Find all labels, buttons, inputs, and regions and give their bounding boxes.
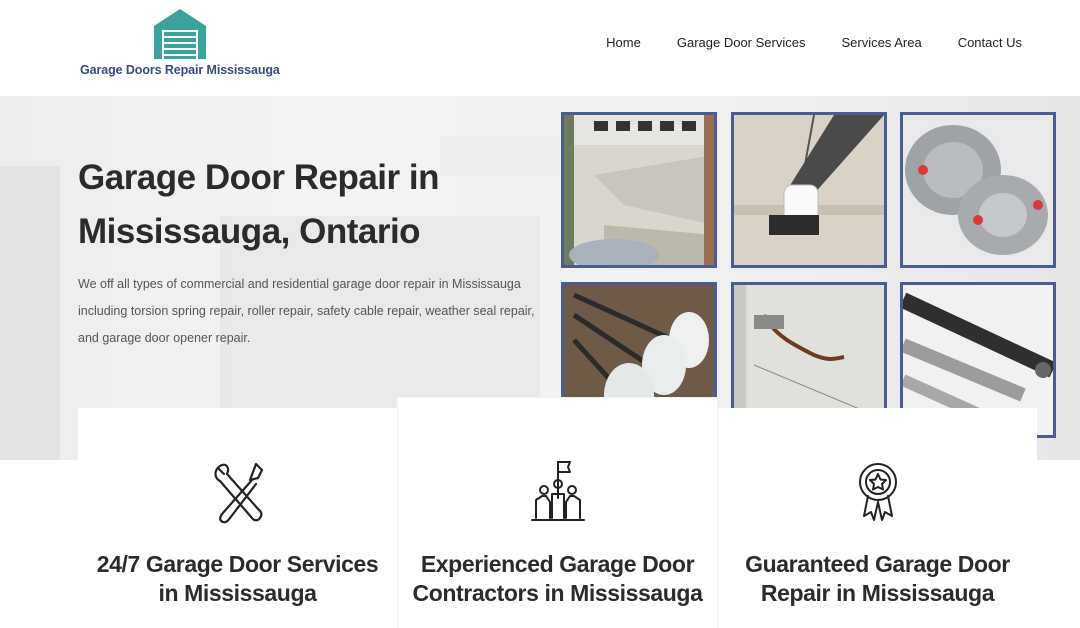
nav-contact-us[interactable]: Contact Us <box>958 35 1022 50</box>
feature-card: 24/7 Garage Door Services in Mississauga <box>78 408 397 628</box>
broken-garage-door-photo[interactable] <box>561 112 717 268</box>
feature-title: Guaranteed Garage Door Repair in Mississ… <box>718 550 1037 608</box>
hero-description: We off all types of commercial and resid… <box>78 277 535 345</box>
feature-title: Experienced Garage Door Contractors in M… <box>398 550 717 608</box>
feature-title-line2: Contractors in Mississauga <box>412 580 703 606</box>
main-nav: Home Garage Door Services Services Area … <box>570 35 1022 50</box>
tools-icon <box>213 462 263 524</box>
hero-title-line1: Garage Door Repair in <box>78 158 439 197</box>
nav-services-area[interactable]: Services Area <box>841 35 921 50</box>
brand-name: Garage Doors Repair Mississauga <box>80 63 280 77</box>
service-photo-gallery <box>561 112 1061 444</box>
garage-door-opener-photo[interactable] <box>731 112 887 268</box>
site-header: Garage Doors Repair Mississauga Home Gar… <box>0 0 1080 96</box>
feature-title: 24/7 Garage Door Services in Mississauga <box>78 550 397 608</box>
feature-card: Experienced Garage Door Contractors in M… <box>398 398 717 628</box>
hero-title: Garage Door Repair in Mississauga, Ontar… <box>78 151 518 259</box>
nav-garage-door-services[interactable]: Garage Door Services <box>677 35 806 50</box>
nav-home[interactable]: Home <box>606 35 641 50</box>
cable-drum-photo[interactable] <box>900 112 1056 268</box>
site-logo[interactable]: Garage Doors Repair Mississauga <box>80 8 290 86</box>
team-flag-icon <box>530 461 585 521</box>
feature-title-line1: 24/7 Garage Door Services <box>96 551 379 577</box>
garage-house-icon <box>154 9 206 59</box>
feature-card: Guaranteed Garage Door Repair in Mississ… <box>718 408 1037 628</box>
features-section: 24/7 Garage Door Services in Mississauga… <box>78 398 1038 628</box>
feature-title-line2: Repair in Mississauga <box>760 580 995 606</box>
background-garage-panel <box>0 166 60 460</box>
hero-title-line2: Mississauga, Ontario <box>78 212 421 251</box>
feature-title-line2: in Mississauga <box>158 580 317 606</box>
feature-title-line1: Guaranteed Garage Door <box>745 551 1010 577</box>
award-badge-icon <box>858 463 897 521</box>
feature-title-line1: Experienced Garage Door <box>420 551 695 577</box>
